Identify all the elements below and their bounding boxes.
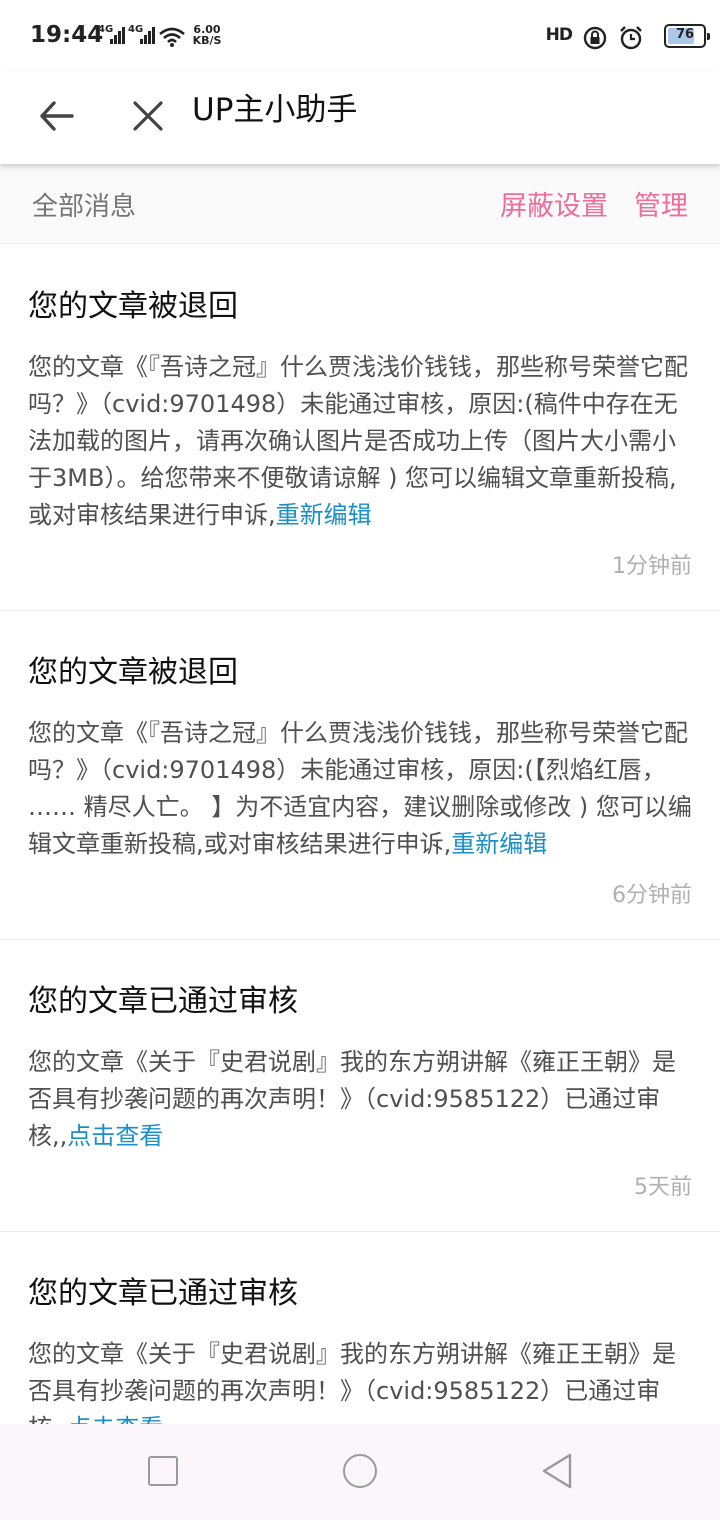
status-right-group: HD 76 <box>526 24 710 50</box>
top-app-bar: UP主小助手 <box>0 72 720 164</box>
message-text: 您的文章《『吾诗之冠』什么贾浅浅价钱钱，那些称号荣誉它配吗？》（cvid:970… <box>28 719 692 858</box>
message-title: 您的文章已通过审核 <box>28 984 298 1019</box>
view-link[interactable]: 点击查看 <box>67 1122 163 1150</box>
battery-percent: 76 <box>675 27 695 42</box>
message-body: 您的文章《『吾诗之冠』什么贾浅浅价钱钱，那些称号荣誉它配吗？》（cvid:970… <box>28 349 692 534</box>
message-title: 您的文章被退回 <box>28 289 238 324</box>
page-title: UP主小助手 <box>192 92 358 128</box>
list-item[interactable]: 您的文章已通过审核 您的文章《关于『史君说剧』我的东方朔讲解《雍正王朝》是否具有… <box>0 940 720 1232</box>
recent-apps-button[interactable] <box>148 1456 178 1486</box>
back-triangle-button[interactable] <box>540 1452 574 1490</box>
status-bar: 19:44 4G 4G 6.00 KB/S HD 76 <box>0 0 720 72</box>
close-icon <box>133 101 163 131</box>
system-nav-bar <box>0 1424 720 1520</box>
message-time: 6分钟前 <box>612 883 692 908</box>
hd-icon: HD <box>545 25 573 45</box>
block-settings-button[interactable]: 屏蔽设置 <box>500 191 608 222</box>
network-speed-unit: KB/S <box>192 34 222 47</box>
all-messages-filter[interactable]: 全部消息 <box>32 186 136 223</box>
message-title: 您的文章被退回 <box>28 655 238 690</box>
wifi-icon <box>159 27 185 47</box>
status-time: 19:44 <box>30 22 104 48</box>
header-actions: 屏蔽设置 管理 <box>474 184 688 223</box>
manage-button[interactable]: 管理 <box>634 191 688 222</box>
home-button[interactable] <box>343 1454 377 1488</box>
battery-icon: 76 <box>664 24 710 48</box>
alarm-icon <box>620 26 642 50</box>
message-list[interactable]: 您的文章被退回 您的文章《『吾诗之冠』什么贾浅浅价钱钱，那些称号荣誉它配吗？》（… <box>0 245 720 1425</box>
message-text: 您的文章《关于『史君说剧』我的东方朔讲解《雍正王朝》是否具有抄袭问题的再次声明！… <box>28 1340 676 1425</box>
lock-rotation-icon <box>583 26 607 50</box>
message-time: 1分钟前 <box>612 554 692 579</box>
message-title: 您的文章已通过审核 <box>28 1276 298 1311</box>
list-item[interactable]: 您的文章被退回 您的文章《『吾诗之冠』什么贾浅浅价钱钱，那些称号荣誉它配吗？》（… <box>0 611 720 940</box>
message-body: 您的文章《关于『史君说剧』我的东方朔讲解《雍正王朝》是否具有抄袭问题的再次声明！… <box>28 1336 692 1425</box>
back-button[interactable] <box>32 90 84 142</box>
re-edit-link[interactable]: 重新编辑 <box>451 830 547 858</box>
message-body: 您的文章《关于『史君说剧』我的东方朔讲解《雍正王朝》是否具有抄袭问题的再次声明！… <box>28 1044 692 1155</box>
filter-header: 全部消息 屏蔽设置 管理 <box>0 164 720 244</box>
message-time: 5天前 <box>634 1175 692 1200</box>
list-item[interactable]: 您的文章被退回 您的文章《『吾诗之冠』什么贾浅浅价钱钱，那些称号荣誉它配吗？》（… <box>0 245 720 611</box>
arrow-left-icon <box>40 101 74 131</box>
list-item[interactable]: 您的文章已通过审核 您的文章《关于『史君说剧』我的东方朔讲解《雍正王朝》是否具有… <box>0 1232 720 1425</box>
message-body: 您的文章《『吾诗之冠』什么贾浅浅价钱钱，那些称号荣誉它配吗？》（cvid:970… <box>28 715 692 863</box>
re-edit-link[interactable]: 重新编辑 <box>276 501 372 529</box>
close-button[interactable] <box>122 90 174 142</box>
network-speed: 6.00 KB/S <box>190 24 224 46</box>
